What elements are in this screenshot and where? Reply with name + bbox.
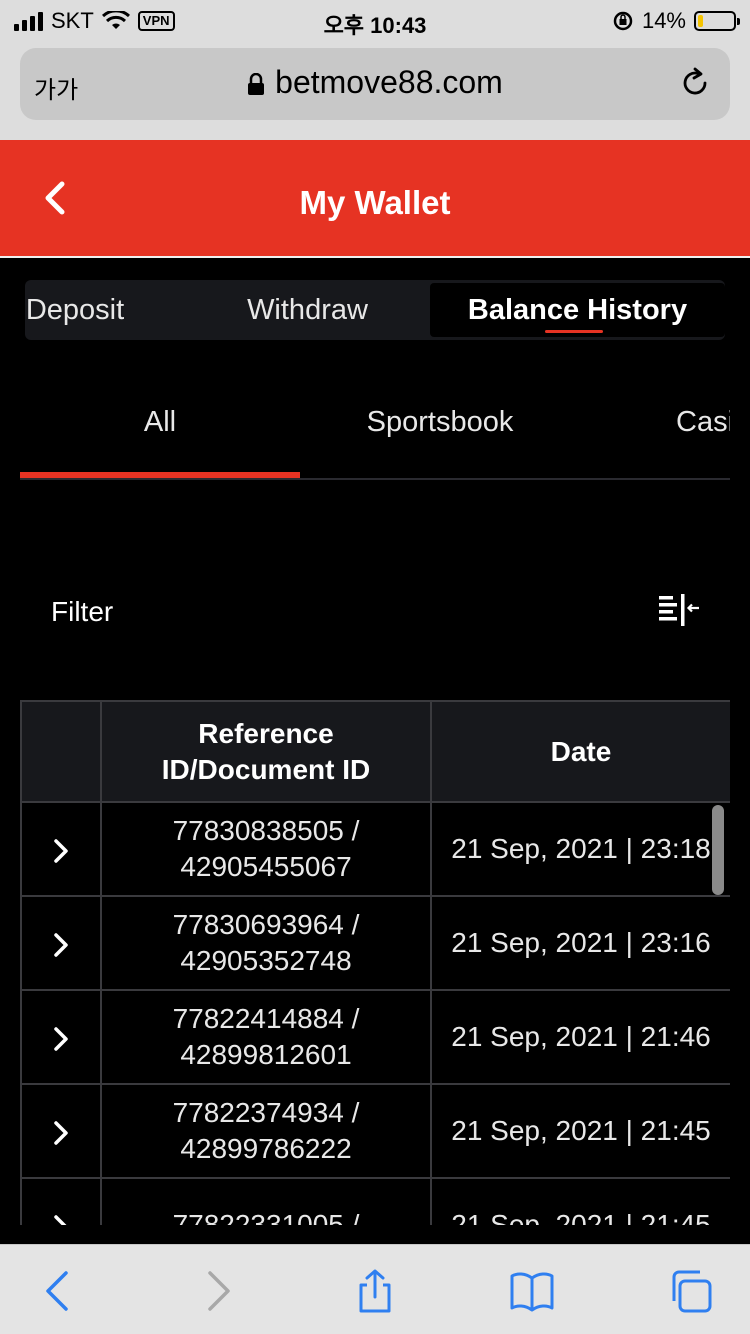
filter-collapse-icon[interactable] [657, 592, 701, 628]
header-reference-line2: ID/Document ID [161, 753, 371, 785]
date-cell: 21 Sep, 2021 | 23:18 [430, 801, 730, 897]
share-icon[interactable] [353, 1269, 397, 1313]
table-row[interactable]: 77822374934 / 42899786222 21 Sep, 2021 |… [20, 1083, 730, 1179]
category-tabs: All Sportsbook Casi [20, 380, 730, 480]
date-cell: 21 Sep, 2021 | 21:45 [430, 1083, 730, 1179]
chevron-right-icon[interactable] [52, 932, 70, 958]
date-cell: 21 Sep, 2021 | 21:45 [430, 1177, 730, 1225]
reference-cell: 77822374934 / 42899786222 [100, 1083, 432, 1179]
battery-percent: 14% [641, 8, 686, 33]
battery-icon [694, 11, 740, 31]
balance-history-table: Reference ID/Document ID Date 7783083850… [20, 700, 730, 1225]
url-bar[interactable]: 가가 betmove88.com [20, 48, 730, 120]
date-cell: 21 Sep, 2021 | 23:16 [430, 895, 730, 991]
filter-label[interactable]: Filter [51, 596, 113, 628]
tab-withdraw[interactable]: Withdraw [205, 280, 410, 340]
url-display[interactable]: betmove88.com [20, 64, 730, 101]
tab-balance-history-label: Balance History [467, 294, 688, 326]
reference-cell: 77830693964 / 42905352748 [100, 895, 432, 991]
table-row[interactable]: 77822331005 / 21 Sep, 2021 | 21:45 [20, 1177, 730, 1225]
app-header: My Wallet [0, 140, 750, 258]
document-id: 42905455067 [180, 851, 352, 882]
document-id: 42899812601 [180, 1039, 352, 1070]
wallet-tabs: Deposit Withdraw Balance History [25, 280, 725, 340]
document-id: 42905352748 [180, 945, 352, 976]
chevron-right-icon[interactable] [52, 1026, 70, 1052]
page-title: My Wallet [299, 184, 451, 221]
bookmarks-icon[interactable] [510, 1269, 554, 1313]
tab-casino[interactable]: Casi [676, 406, 730, 439]
status-bar: SKT VPN 오후 10:43 14% [0, 0, 750, 40]
table-header-row: Reference ID/Document ID Date [20, 700, 730, 803]
expand-cell[interactable] [20, 1083, 102, 1179]
reference-id: 77822374934 / [172, 1097, 360, 1128]
table-row[interactable]: 77822414884 / 42899812601 21 Sep, 2021 |… [20, 989, 730, 1085]
reference-id: 77830693964 / [172, 909, 360, 940]
browser-bottom-toolbar [0, 1244, 750, 1334]
active-category-indicator [20, 472, 300, 478]
tab-deposit[interactable]: Deposit [25, 280, 135, 340]
reload-icon[interactable] [678, 66, 712, 100]
date-cell: 21 Sep, 2021 | 21:46 [430, 989, 730, 1085]
orientation-lock-icon [613, 11, 633, 31]
browser-top-bar: 가가 betmove88.com [0, 40, 750, 140]
chevron-right-icon[interactable] [52, 1120, 70, 1146]
lock-icon [248, 73, 265, 95]
reference-cell: 77830838505 / 42905455067 [100, 801, 432, 897]
tab-all[interactable]: All [20, 406, 300, 439]
table-row[interactable]: 77830838505 / 42905455067 21 Sep, 2021 |… [20, 801, 730, 897]
header-date: Date [430, 700, 730, 803]
url-text: betmove88.com [275, 64, 503, 100]
header-reference-line1: Reference [198, 717, 334, 749]
browser-forward-icon[interactable] [196, 1269, 240, 1313]
tab-balance-history[interactable]: Balance History [430, 283, 725, 337]
reference-cell: 77822331005 / [100, 1177, 432, 1225]
battery-fill [698, 15, 703, 27]
table-scrollbar[interactable] [712, 805, 724, 895]
chevron-right-icon[interactable] [52, 1214, 70, 1225]
header-reference-id: Reference ID/Document ID [100, 700, 432, 803]
reference-id: 77822414884 / [172, 1003, 360, 1034]
table-row[interactable]: 77830693964 / 42905352748 21 Sep, 2021 |… [20, 895, 730, 991]
reference-id: 77822331005 / [172, 1209, 360, 1225]
browser-back-icon[interactable] [36, 1269, 80, 1313]
expand-cell[interactable] [20, 895, 102, 991]
tabs-icon[interactable] [668, 1269, 712, 1313]
chevron-right-icon[interactable] [52, 838, 70, 864]
tab-sportsbook[interactable]: Sportsbook [300, 406, 580, 439]
document-id: 42899786222 [180, 1133, 352, 1164]
reference-id: 77830838505 / [172, 815, 360, 846]
reference-cell: 77822414884 / 42899812601 [100, 989, 432, 1085]
expand-cell[interactable] [20, 1177, 102, 1225]
header-expand-column [20, 700, 102, 803]
active-tab-indicator [545, 330, 603, 333]
status-right: 14% [612, 8, 740, 34]
expand-cell[interactable] [20, 801, 102, 897]
expand-cell[interactable] [20, 989, 102, 1085]
